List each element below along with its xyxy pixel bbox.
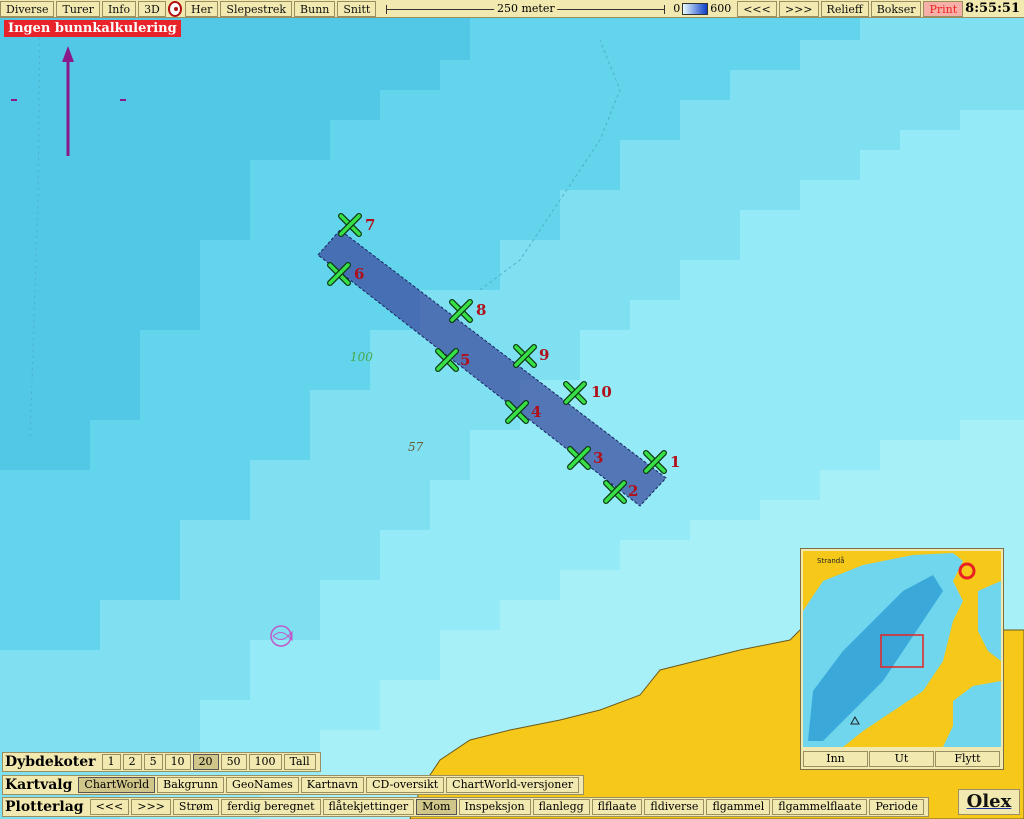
kartvalg-option[interactable]: ChartWorld-versjoner [446,777,580,793]
dybdekoter-option[interactable]: 100 [248,754,282,770]
plotterlag-prev-button[interactable]: <<< [89,799,130,815]
dybdekoter-option[interactable]: 2 [122,754,142,770]
olex-logo: Olex [958,789,1020,815]
dybdekoter-option[interactable]: 50 [220,754,247,770]
depth-min: 0 [673,2,681,15]
menu-snitt[interactable]: Snitt [337,0,377,17]
plotterlag-panel: Plotterlag <<< >>> Strøm ferdig beregnet… [2,797,929,817]
waypoint-label: 9 [539,346,550,364]
waypoint-label: 3 [593,449,604,467]
waypoint-label: 1 [670,453,681,471]
waypoint-label: 2 [628,482,639,500]
waypoint-label: 6 [354,265,365,283]
minimap-place-name: Strandå [817,556,845,565]
plotterlag-option[interactable]: Periode [869,799,924,815]
overview-minimap[interactable]: Strandå Inn Ut Flytt [800,548,1004,770]
compass-icon[interactable] [167,0,183,17]
menu-diverse[interactable]: Diverse [0,0,55,17]
plotterlag-option[interactable]: flåtekjettinger [322,799,415,815]
scale-bar: 250 meter [386,0,666,17]
plotterlag-option[interactable]: flanlegg [532,799,590,815]
scale-label: 250 meter [493,0,558,16]
depth-gradient [682,2,709,15]
kartvalg-title: Kartvalg [5,777,73,793]
plotterlag-option[interactable]: Inspeksjon [458,799,531,815]
waypoint-label: 8 [476,301,487,319]
minimap-zoom-out-button[interactable]: Ut [869,751,934,767]
kartvalg-option[interactable]: CD-oversikt [366,777,445,793]
depth-label: 57 [408,440,424,454]
depth-max: 600 [710,2,732,15]
dybdekoter-panel: Dybdekoter 1 2 5 10 20 50 100 Tall [2,752,321,772]
dybdekoter-option[interactable]: 10 [164,754,191,770]
dybdekoter-option[interactable]: 5 [143,754,163,770]
dybdekoter-option[interactable]: 1 [101,754,121,770]
plotterlag-option-active[interactable]: Mom [416,799,457,815]
menu-her[interactable]: Her [185,0,219,17]
kartvalg-option-active[interactable]: ChartWorld [78,777,156,793]
minimap-buttons: Inn Ut Flytt [803,751,1001,767]
menu-bunn[interactable]: Bunn [294,0,336,17]
minimap-zoom-in-button[interactable]: Inn [803,751,868,767]
kartvalg-panel: Kartvalg ChartWorld Bakgrunn GeoNames Ka… [2,775,585,795]
waypoint-label: 4 [531,403,542,421]
plotterlag-title: Plotterlag [5,799,84,815]
waypoint-label: 7 [365,216,376,234]
plotterlag-option[interactable]: flgammelflaate [772,799,868,815]
plotterlag-option[interactable]: fldiverse [644,799,705,815]
kartvalg-option[interactable]: GeoNames [226,777,299,793]
menu-3d[interactable]: 3D [138,0,166,17]
plotterlag-next-button[interactable]: >>> [131,799,171,815]
dybdekoter-option-active[interactable]: 20 [192,754,219,770]
waypoint-label: 10 [591,383,612,401]
menu-turer[interactable]: Turer [56,0,100,17]
plotterlag-option[interactable]: flflaate [591,799,643,815]
plotterlag-option[interactable]: flgammel [706,799,771,815]
kartvalg-option[interactable]: Bakgrunn [157,777,225,793]
menu-bokser[interactable]: Bokser [870,0,922,17]
depth-label: 100 [350,350,373,364]
dybdekoter-option[interactable]: Tall [283,754,316,770]
brand-name: Olex [966,791,1012,812]
print-button[interactable]: Print [923,0,964,17]
depth-color-scale[interactable]: 0 600 [673,2,731,15]
minimap-move-button[interactable]: Flytt [935,751,1000,767]
kartvalg-option[interactable]: Kartnavn [300,777,365,793]
menu-info[interactable]: Info [101,0,137,17]
plotterlag-option[interactable]: ferdig beregnet [221,799,321,815]
menu-slepestrek[interactable]: Slepestrek [220,0,293,17]
next-button[interactable]: >>> [778,0,819,17]
waypoint-label: 5 [460,351,471,369]
top-toolbar: Diverse Turer Info 3D Her Slepestrek Bun… [0,0,1024,18]
prev-button[interactable]: <<< [737,0,777,17]
menu-relieff[interactable]: Relieff [820,0,869,17]
dybdekoter-title: Dybdekoter [5,754,96,770]
minimap-chart[interactable]: Strandå [803,551,1001,747]
status-label: Ingen bunnkalkulering [4,20,181,37]
clock: 8:55:51 [965,1,1020,16]
plotterlag-option[interactable]: Strøm [172,799,220,815]
